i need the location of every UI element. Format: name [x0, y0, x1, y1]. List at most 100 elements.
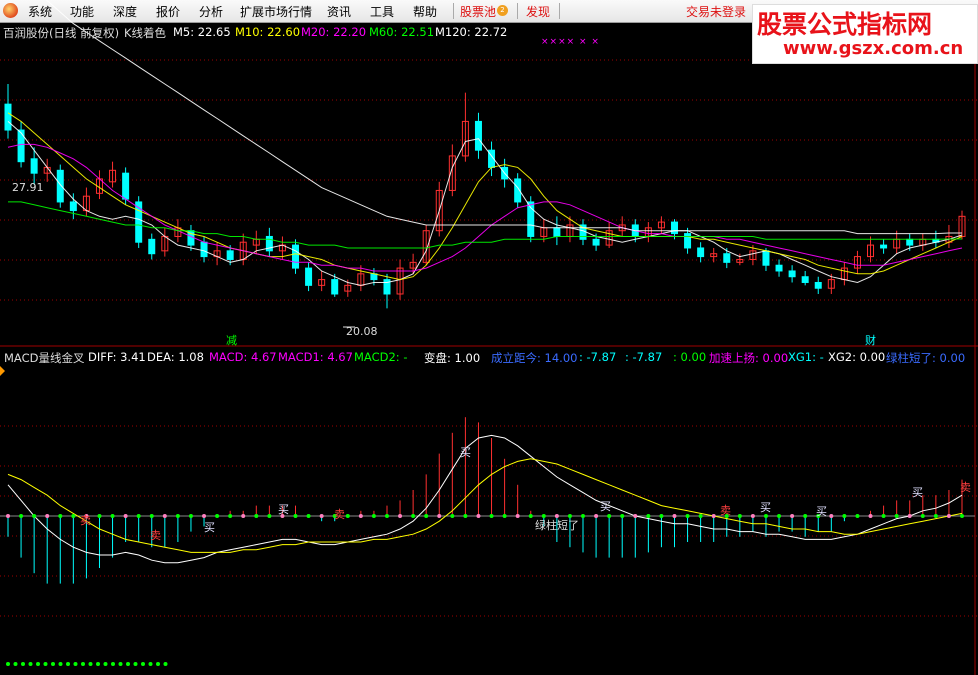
sell-signal-label: 卖: [334, 508, 345, 521]
indicator-field-7: : -7.87: [579, 350, 617, 364]
ma-line-m5: [7, 121, 963, 286]
zero-signal-dot: [97, 514, 102, 518]
indicator-field-11: XG1: -: [788, 350, 824, 364]
candle-body: [775, 264, 783, 272]
candle-body: [56, 169, 64, 203]
bottom-signal-dot: [36, 662, 40, 666]
zero-signal-dot: [502, 514, 507, 518]
indicator-field-9: : 0.00: [673, 350, 707, 364]
buy-signal-label: 买: [204, 521, 215, 534]
zero-signal-dot: [515, 514, 520, 518]
zero-signal-dot: [933, 514, 938, 518]
bottom-signal-dot: [156, 662, 160, 666]
zero-signal-dot: [371, 514, 376, 518]
candle-body: [880, 244, 888, 249]
candle-body: [331, 279, 339, 295]
zero-signal-dot: [528, 514, 533, 518]
candle-body: [906, 238, 914, 246]
zero-signal-dot: [541, 514, 546, 518]
zero-signal-dot: [450, 514, 455, 518]
candle-body: [723, 253, 731, 263]
zero-signal-dot: [646, 514, 651, 518]
zero-signal-dot: [581, 514, 586, 518]
zero-signal-dot: [319, 514, 324, 518]
candle-body: [788, 270, 796, 278]
zero-signal-dot: [202, 514, 207, 518]
zero-signal-dot: [45, 514, 50, 518]
bottom-signal-dot: [118, 662, 123, 666]
zero-signal-dot: [594, 514, 599, 518]
bottom-signal-dot: [66, 662, 70, 666]
event-marker-left: 减: [226, 334, 237, 347]
zero-signal-dot: [136, 514, 141, 518]
bottom-signal-dot: [73, 662, 78, 666]
candle-body: [553, 227, 561, 237]
sell-signal-label: 卖: [150, 529, 161, 542]
zero-signal-dot: [306, 514, 311, 518]
candle-body: [592, 238, 600, 246]
buy-signal-label: 买: [600, 500, 611, 513]
candle-body: [814, 281, 822, 289]
zero-signal-dot: [842, 514, 847, 518]
ma-value-2: M20: 22.20: [301, 25, 367, 39]
zero-signal-dot: [358, 514, 363, 518]
zero-signal-dot: [489, 514, 494, 518]
indicator-field-8: : -7.87: [625, 350, 663, 364]
price-high-label: 27.91: [12, 181, 44, 194]
candle-body: [4, 103, 12, 131]
indicator-name: MACD量线金叉: [4, 351, 85, 365]
bottom-signal-dot: [43, 662, 48, 666]
buy-signal-label: 买: [760, 501, 771, 514]
indicator-field-0: DIFF: 3.41: [88, 350, 146, 364]
zero-signal-dot: [32, 514, 37, 518]
candle-body: [292, 244, 300, 269]
bottom-signal-dot: [13, 662, 18, 666]
candle-body: [226, 250, 234, 260]
kline-mode: K线着色: [124, 26, 167, 40]
zero-signal-dot: [777, 514, 782, 518]
zero-signal-dot: [71, 514, 76, 518]
zero-signal-dot: [554, 514, 559, 518]
ma-value-0: M5: 22.65: [173, 25, 231, 39]
buy-signal-label: 买: [816, 505, 827, 518]
zero-signal-dot: [790, 514, 795, 518]
sell-signal-label: 卖: [80, 514, 91, 527]
indicator-field-2: MACD: 4.67: [209, 350, 277, 364]
sell-signal-label: 卖: [720, 504, 731, 517]
bottom-signal-dot: [6, 662, 10, 666]
zero-signal-dot: [894, 514, 899, 518]
bottom-signal-dot: [28, 662, 33, 666]
ma-value-1: M10: 22.60: [235, 25, 301, 39]
zero-signal-dot: [907, 514, 912, 518]
candle-body: [670, 221, 678, 235]
panel-expand-arrow-icon[interactable]: [0, 366, 5, 376]
zero-signal-dot: [763, 514, 768, 518]
site-watermark: 股票公式指标网 www.gszx.com.cn: [752, 4, 978, 64]
signal-marks: ×××× × ×: [541, 37, 600, 47]
zero-signal-dot: [920, 514, 925, 518]
indicator-field-6: 成立距今: 14.00: [491, 351, 578, 365]
candle-body: [30, 158, 38, 174]
stock-title: 百润股份(日线 前复权): [3, 26, 120, 40]
candle-body: [684, 233, 692, 249]
zero-signal-dot: [188, 514, 193, 518]
zero-signal-dot: [345, 514, 350, 518]
zero-signal-dot: [215, 514, 220, 518]
buy-signal-label: 买: [912, 486, 923, 499]
bottom-signal-dot: [126, 662, 130, 666]
zero-signal-dot: [685, 514, 690, 518]
zero-signal-dot: [254, 514, 259, 518]
bottom-signal-dot: [163, 662, 168, 666]
zero-signal-dot: [567, 514, 572, 518]
bottom-signal-dot: [21, 662, 25, 666]
zero-signal-dot: [384, 514, 389, 518]
zero-signal-dot: [411, 514, 416, 518]
chart-canvas[interactable]: 27.9120.08减 财卖卖买买 卖买买卖买买买 卖绿柱短了: [0, 0, 978, 675]
bottom-signal-dot: [103, 662, 108, 666]
zero-signal-dot: [123, 514, 128, 518]
candle-body: [697, 247, 705, 258]
zero-signal-dot: [293, 514, 298, 518]
zero-signal-dot: [267, 514, 272, 518]
zero-signal-dot: [868, 514, 873, 518]
zero-signal-dot: [19, 514, 24, 518]
